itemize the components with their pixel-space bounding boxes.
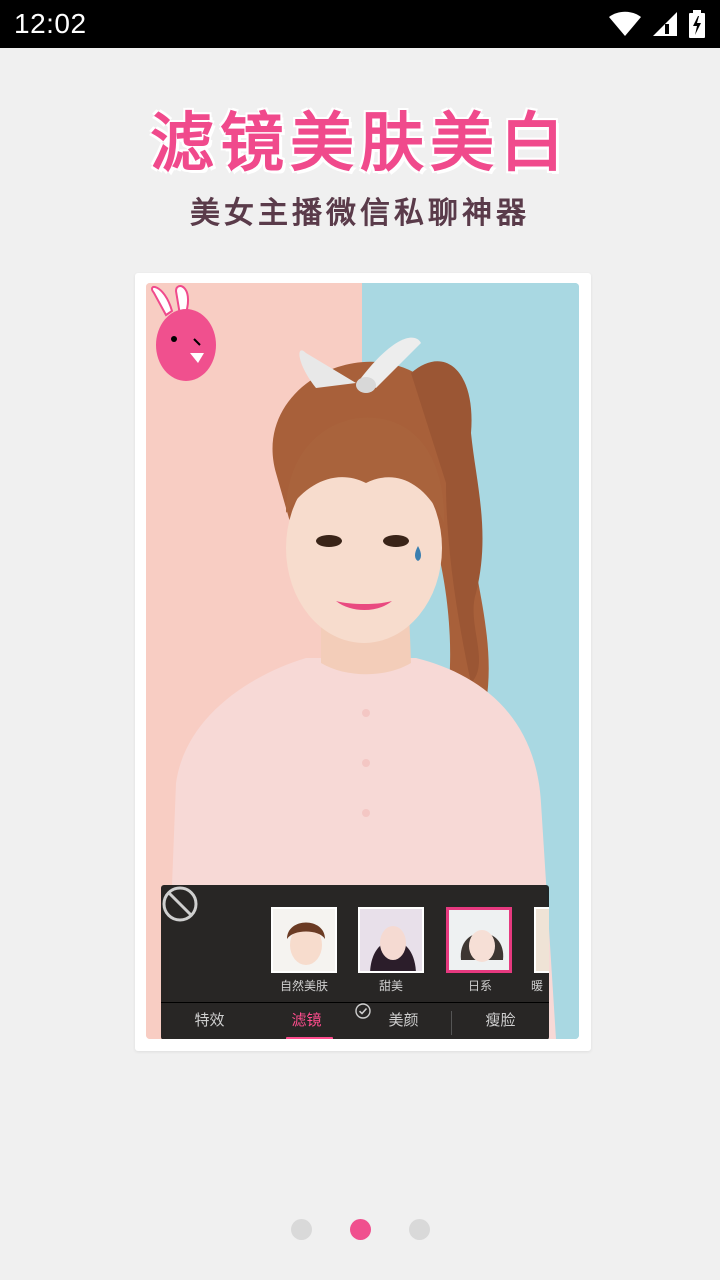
filter-label: 暖	[531, 979, 544, 993]
battery-charging-icon	[689, 10, 705, 38]
filter-preview-image	[449, 910, 509, 970]
filter-thumb-natural[interactable]	[271, 907, 337, 973]
filter-preview-image	[273, 909, 335, 971]
tab-filters[interactable]: 滤镜	[258, 1003, 355, 1039]
filter-thumb-warm[interactable]	[534, 907, 549, 973]
page-dot[interactable]	[408, 1219, 430, 1240]
status-bar: 12:02	[0, 0, 720, 48]
filter-label: 日系	[467, 979, 492, 993]
filter-label: 自然美肤	[279, 979, 328, 993]
tab-divider	[451, 1011, 452, 1035]
tab-beauty[interactable]: 美颜	[355, 1003, 452, 1039]
page-indicator	[0, 1219, 720, 1241]
page-title: 滤镜美肤美白	[150, 107, 570, 181]
check-circle-icon	[355, 1003, 371, 1019]
no-filter-icon[interactable]	[161, 885, 199, 923]
bunny-sticker-icon	[151, 285, 216, 381]
sample-photo: 自然美肤 甜美 日系 暖 特效 滤镜 美颜 瘦脸	[146, 283, 579, 1039]
filter-panel: 自然美肤 甜美 日系 暖 特效 滤镜 美颜 瘦脸	[161, 885, 549, 1039]
page-subtitle: 美女主播微信私聊神器	[190, 196, 530, 231]
tab-beauty-label: 美颜	[388, 1011, 419, 1029]
wifi-icon	[609, 11, 641, 36]
status-icons	[608, 10, 706, 38]
filter-preview-image	[360, 909, 422, 971]
page-dot-active[interactable]	[349, 1219, 371, 1240]
filter-label: 甜美	[378, 979, 403, 993]
filter-thumb-japanese[interactable]	[446, 907, 512, 973]
tab-slim-face[interactable]: 瘦脸	[452, 1003, 549, 1039]
filter-thumb-sweet[interactable]	[358, 907, 424, 973]
editor-tabs: 特效 滤镜 美颜 瘦脸	[161, 1002, 549, 1039]
filter-preview-image	[536, 909, 549, 971]
status-time: 12:02	[14, 8, 87, 39]
signal-icon	[653, 12, 677, 36]
tab-effects[interactable]: 特效	[161, 1003, 258, 1039]
page-dot[interactable]	[290, 1219, 312, 1240]
preview-card: 自然美肤 甜美 日系 暖 特效 滤镜 美颜 瘦脸	[135, 273, 591, 1051]
